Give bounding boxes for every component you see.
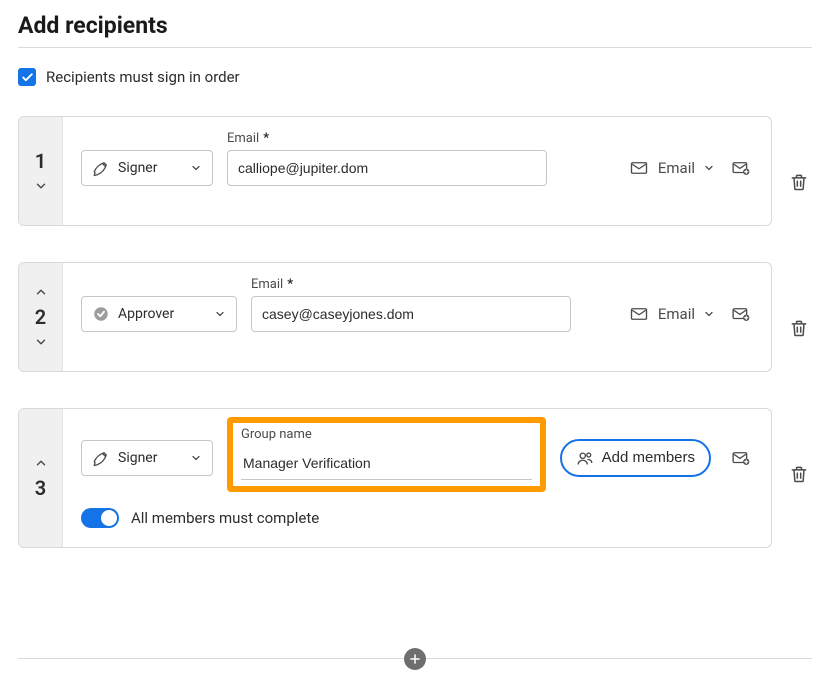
role-label: Approver (118, 306, 174, 322)
delete-recipient-button[interactable] (787, 164, 811, 200)
order-handle-3[interactable]: 3 (19, 409, 63, 547)
plus-icon (408, 652, 422, 666)
private-message-button[interactable] (729, 296, 753, 332)
chevron-down-icon (190, 162, 202, 174)
order-number: 3 (35, 476, 46, 500)
trash-icon (789, 464, 809, 484)
all-members-complete-toggle[interactable] (81, 508, 119, 528)
role-select[interactable]: Approver (81, 296, 237, 332)
pen-icon (92, 159, 110, 177)
recipient-card-1: 1 Signer Email* Email (18, 116, 772, 226)
divider (18, 47, 812, 48)
role-label: Signer (118, 450, 157, 466)
role-select[interactable]: Signer (81, 150, 213, 186)
move-down-icon[interactable] (34, 179, 48, 193)
delete-recipient-button[interactable] (787, 310, 811, 346)
move-down-icon[interactable] (34, 335, 48, 349)
move-up-icon[interactable] (34, 285, 48, 299)
add-members-label: Add members (602, 449, 695, 466)
group-name-highlight: Group name (227, 417, 546, 492)
mail-plus-icon (730, 305, 752, 323)
recipient-card-3: 3 Signer Group name Add members (18, 408, 772, 548)
email-field-label: Email* (227, 131, 547, 146)
all-members-complete-label: All members must complete (131, 509, 319, 527)
delivery-method-select[interactable]: Email (628, 296, 715, 332)
order-number: 2 (35, 305, 46, 329)
users-icon (576, 449, 594, 467)
mail-icon (628, 159, 650, 177)
add-members-button[interactable]: Add members (560, 439, 711, 477)
email-field-label: Email* (251, 277, 571, 292)
role-label: Signer (118, 160, 157, 176)
role-select[interactable]: Signer (81, 440, 213, 476)
check-circle-icon (92, 305, 110, 323)
chevron-down-icon (703, 308, 715, 320)
mail-plus-icon (730, 159, 752, 177)
email-input[interactable] (251, 296, 571, 332)
chevron-down-icon (703, 162, 715, 174)
group-name-input[interactable] (241, 446, 532, 480)
delete-recipient-button[interactable] (787, 456, 811, 492)
add-recipient-button[interactable] (404, 648, 426, 670)
group-name-label: Group name (241, 427, 532, 442)
move-up-icon[interactable] (34, 456, 48, 470)
add-recipient-divider (18, 658, 812, 670)
order-handle-1[interactable]: 1 (19, 117, 63, 225)
page-title: Add recipients (18, 12, 812, 39)
delivery-label: Email (658, 159, 695, 177)
check-icon (21, 71, 34, 84)
email-input[interactable] (227, 150, 547, 186)
mail-icon (628, 305, 650, 323)
recipient-card-2: 2 Approver Email* Email (18, 262, 772, 372)
delivery-label: Email (658, 305, 695, 323)
order-number: 1 (35, 149, 46, 173)
order-handle-2[interactable]: 2 (19, 263, 63, 371)
private-message-button[interactable] (729, 440, 753, 476)
mail-plus-icon (730, 449, 752, 467)
pen-icon (92, 449, 110, 467)
chevron-down-icon (214, 308, 226, 320)
private-message-button[interactable] (729, 150, 753, 186)
sign-in-order-checkbox[interactable] (18, 68, 36, 86)
delivery-method-select[interactable]: Email (628, 150, 715, 186)
chevron-down-icon (190, 452, 202, 464)
sign-in-order-label: Recipients must sign in order (46, 68, 240, 86)
trash-icon (789, 172, 809, 192)
trash-icon (789, 318, 809, 338)
